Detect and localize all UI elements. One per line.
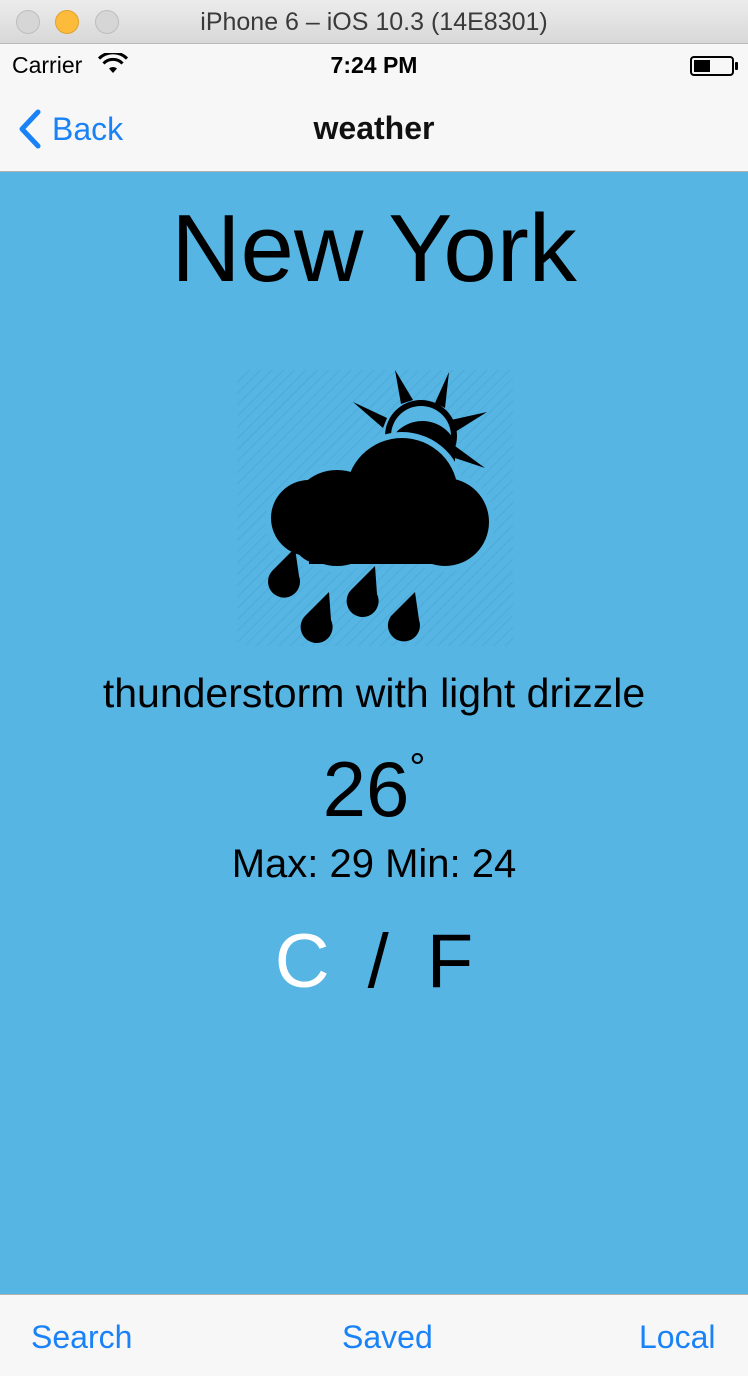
tab-bar: Search Saved Local [0, 1294, 748, 1376]
temperature-value: 26 [322, 745, 410, 833]
status-time: 7:24 PM [330, 52, 418, 78]
tab-search[interactable]: Search [31, 1319, 132, 1356]
city-name: New York [171, 195, 577, 302]
weather-description: thunderstorm with light drizzle [102, 670, 646, 716]
simulator-window: iPhone 6 – iOS 10.3 (14E8301) Carrier 7:… [0, 0, 748, 1376]
unit-separator: / [367, 919, 389, 1004]
temperature-display: 26° [0, 744, 748, 835]
weather-panel: New York thunderstorm with light drizzle… [0, 172, 748, 1294]
thunderstorm-drizzle-icon [237, 370, 513, 646]
tab-local[interactable]: Local [639, 1319, 716, 1356]
nav-title: weather [313, 110, 435, 146]
window-title: iPhone 6 – iOS 10.3 (14E8301) [200, 8, 548, 36]
window-titlebar: iPhone 6 – iOS 10.3 (14E8301) [0, 0, 748, 44]
min-max-temperature: Max: 29 Min: 24 [231, 842, 517, 886]
unit-toggle: C / F [0, 918, 748, 1005]
navigation-bar: Back weather [0, 84, 748, 172]
degree-symbol: ° [409, 746, 426, 790]
celsius-button[interactable]: C [275, 919, 330, 1004]
status-bar: Carrier 7:24 PM [0, 44, 748, 84]
tab-saved[interactable]: Saved [342, 1319, 433, 1356]
battery-icon [690, 56, 738, 76]
fahrenheit-button[interactable]: F [427, 919, 473, 1004]
